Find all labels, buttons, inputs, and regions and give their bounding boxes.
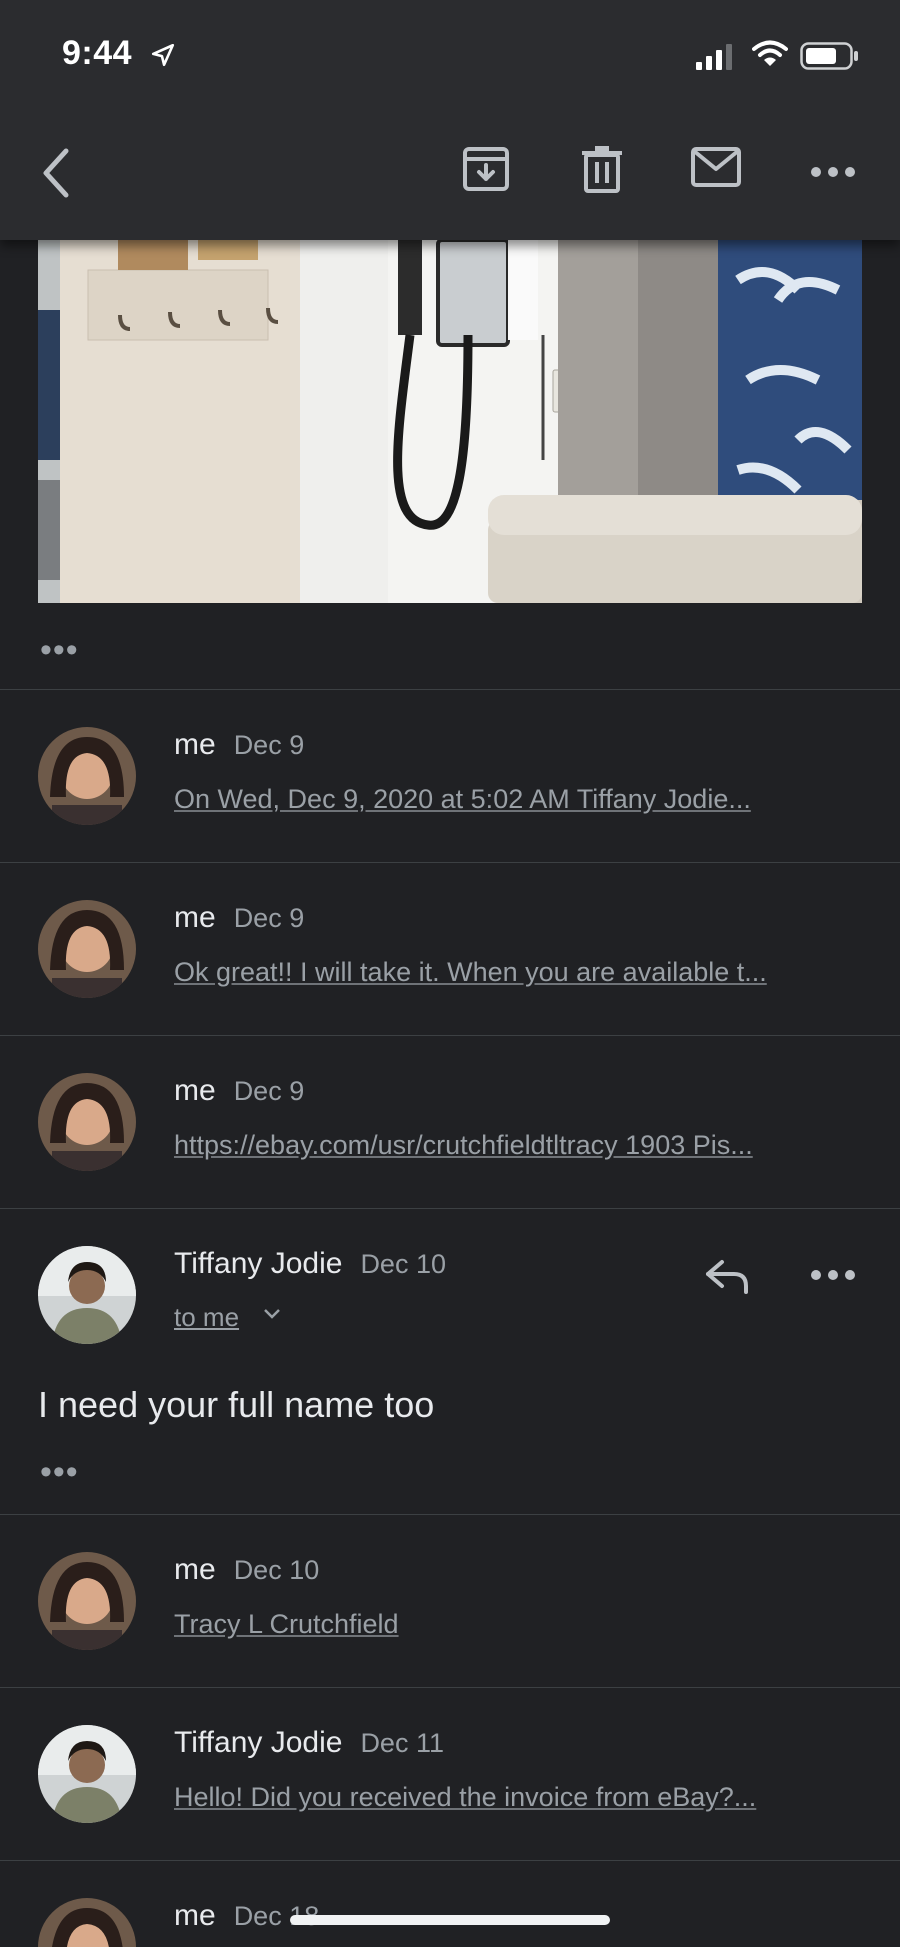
message-date: Dec 10 — [233, 1555, 320, 1585]
attached-photo[interactable] — [38, 240, 862, 603]
chevron-down-icon[interactable] — [262, 1305, 282, 1321]
message-snippet[interactable]: Tracy L Crutchfield — [174, 1609, 399, 1640]
expanded-message: Tiffany Jodie Dec 10 — [0, 1209, 900, 1514]
archive-icon[interactable] — [462, 145, 510, 193]
location-arrow-icon — [151, 43, 175, 67]
back-icon[interactable] — [36, 145, 76, 201]
avatar — [38, 1073, 136, 1171]
message-snippet[interactable]: Ok great!! I will take it. When you are … — [174, 957, 767, 988]
avatar — [38, 1552, 136, 1650]
status-time: 9:44 — [62, 34, 133, 72]
message-row[interactable]: me Dec 9 On Wed, Dec 9, 2020 at 5:02 AM T… — [0, 690, 900, 862]
message-body: I need your full name too — [38, 1384, 435, 1425]
sender: me Dec 10 — [174, 1553, 320, 1586]
status-bar: 9:44 — [0, 0, 900, 110]
cellular-signal-icon — [696, 44, 732, 70]
sender: me Dec 9 — [174, 1074, 305, 1107]
sender: Tiffany Jodie Dec 11 — [174, 1726, 444, 1759]
sender: me Dec 9 — [174, 728, 305, 761]
reply-icon[interactable] — [704, 1256, 752, 1296]
avatar — [38, 1725, 136, 1823]
home-indicator[interactable] — [290, 1915, 610, 1925]
message-snippet[interactable]: https://ebay.com/usr/crutchfieldtltracy … — [174, 1130, 753, 1161]
battery-icon — [800, 42, 858, 70]
message-row[interactable]: me Dec 9 Ok great!! I will take it. When … — [0, 863, 900, 1035]
sender: me Dec 9 — [174, 901, 305, 934]
message-row[interactable]: me Dec 10 Tracy L Crutchfield — [0, 1515, 900, 1687]
message-row[interactable]: me Dec 9 https://ebay.com/usr/crutchfield… — [0, 1036, 900, 1208]
message-date: Dec 10 — [360, 1249, 446, 1279]
top-app-bar: 9:44 — [0, 0, 900, 240]
mail-icon[interactable] — [690, 145, 742, 189]
avatar — [38, 727, 136, 825]
more-options-icon[interactable] — [810, 145, 856, 193]
message-more-options-icon[interactable] — [810, 1262, 856, 1288]
avatar — [38, 900, 136, 998]
message-snippet[interactable]: On Wed, Dec 9, 2020 at 5:02 AM Tiffany J… — [174, 784, 751, 815]
wifi-icon — [752, 40, 788, 66]
message-row[interactable]: Tiffany Jodie Dec 11 Hello! Did you recei… — [0, 1688, 900, 1860]
message-snippet[interactable]: Hello! Did you received the invoice from… — [174, 1782, 756, 1813]
trash-icon[interactable] — [580, 145, 624, 193]
message-date: Dec 9 — [233, 730, 305, 760]
message-date: Dec 9 — [233, 903, 305, 933]
sender: Tiffany Jodie Dec 10 — [174, 1247, 446, 1280]
message-date: Dec 9 — [233, 1076, 305, 1106]
show-trimmed-content-dots[interactable]: ••• — [40, 1455, 79, 1489]
recipients-toggle[interactable]: to me — [174, 1302, 239, 1333]
avatar — [38, 1246, 136, 1344]
message-row[interactable]: me Dec 18 — [0, 1861, 900, 1947]
message-date: Dec 11 — [360, 1728, 444, 1758]
show-trimmed-content-dots[interactable]: ••• — [40, 633, 79, 667]
avatar — [38, 1898, 136, 1947]
